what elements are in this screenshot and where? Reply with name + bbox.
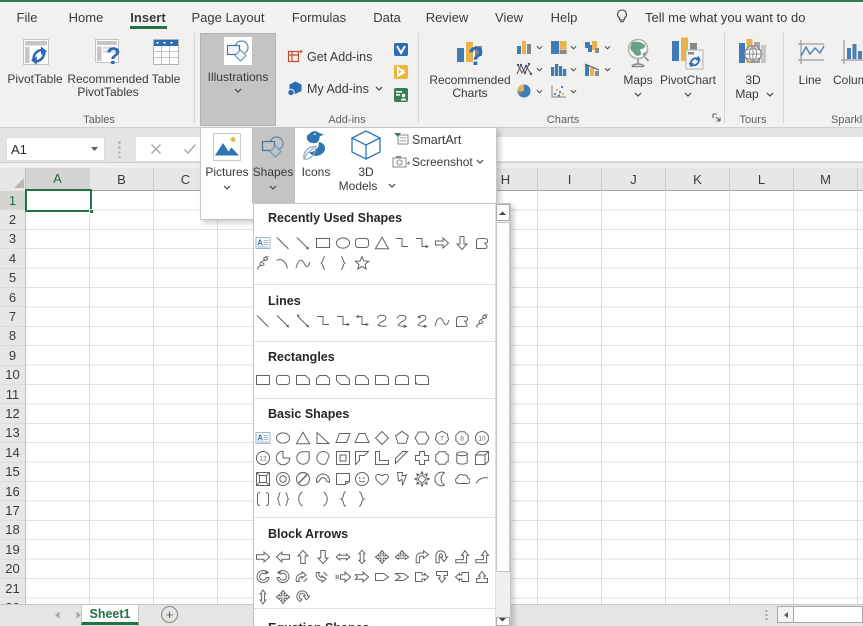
svg-text:A: A: [257, 434, 263, 443]
svg-text:7: 7: [440, 435, 444, 442]
svg-text:?: ?: [468, 41, 484, 70]
svg-text:A: A: [257, 238, 263, 247]
svg-text:8: 8: [460, 435, 464, 442]
svg-text:10: 10: [478, 435, 486, 442]
svg-text:12: 12: [259, 455, 267, 462]
svg-text:?: ?: [106, 43, 121, 66]
